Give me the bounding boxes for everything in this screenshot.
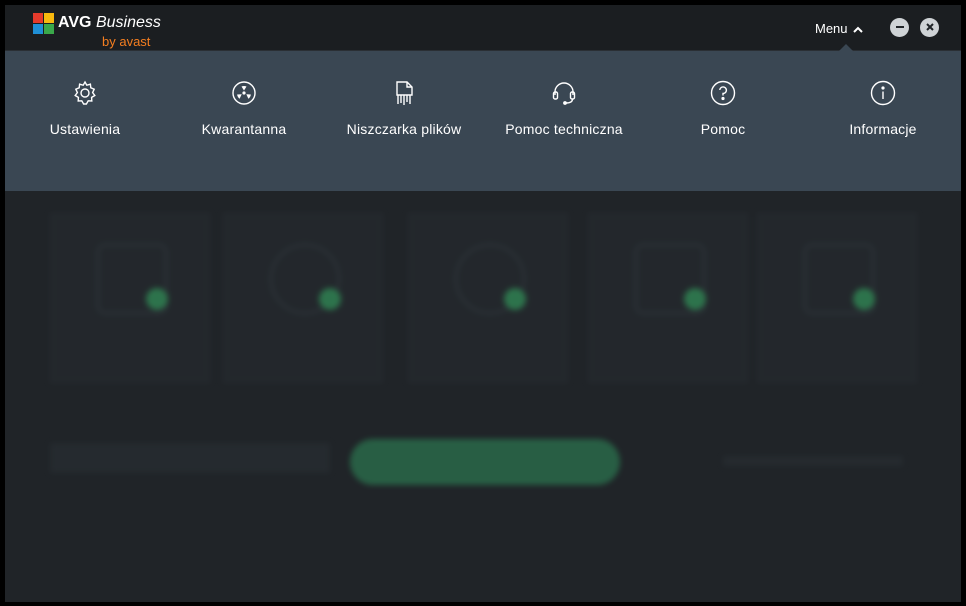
status-dot [319, 288, 341, 310]
card-5 [757, 213, 917, 383]
file-shredder-icon [390, 79, 418, 107]
card-1 [50, 213, 210, 383]
close-button[interactable] [920, 18, 939, 37]
avg-logo-icon [32, 12, 56, 36]
menu-item-label: Informacje [849, 121, 917, 137]
minimize-button[interactable] [890, 18, 909, 37]
menu-item-settings[interactable]: Ustawienia [5, 79, 165, 159]
app-window: AVG Business by avast Menu Ustawienia Kw… [5, 5, 961, 602]
menu-item-tech-support[interactable]: Pomoc techniczna [484, 79, 644, 159]
menu-item-label: Kwarantanna [201, 121, 287, 137]
minimize-icon [895, 19, 905, 37]
menu-item-quarantine[interactable]: Kwarantanna [164, 79, 324, 159]
app-logo: AVG Business by avast [32, 12, 162, 49]
right-info-text [723, 456, 903, 466]
background-dashboard [5, 177, 961, 602]
bottom-info-text [50, 443, 330, 473]
menu-button[interactable]: Menu [815, 17, 863, 39]
headset-icon [550, 79, 578, 107]
card-4 [588, 213, 748, 383]
card-2 [223, 213, 383, 383]
app-title: AVG Business [58, 14, 161, 31]
status-dot [853, 288, 875, 310]
title-bar: AVG Business by avast Menu [5, 5, 961, 51]
menu-item-label: Niszczarka plików [346, 121, 462, 137]
menu-item-label: Pomoc techniczna [505, 121, 623, 137]
gear-icon [71, 79, 99, 107]
info-icon [869, 79, 897, 107]
menu-item-help[interactable]: Pomoc [643, 79, 803, 159]
menu-panel: Ustawienia Kwarantanna Niszczarka plików… [5, 51, 961, 191]
menu-item-label: Pomoc [700, 121, 746, 137]
main-action-button [350, 439, 620, 485]
status-dot [684, 288, 706, 310]
menu-notch [838, 44, 854, 52]
menu-item-info[interactable]: Informacje [803, 79, 961, 159]
close-icon [925, 19, 935, 37]
status-dot [146, 288, 168, 310]
question-icon [709, 79, 737, 107]
radiation-icon [230, 79, 258, 107]
menu-label: Menu [815, 20, 848, 36]
menu-item-file-shredder[interactable]: Niszczarka plików [324, 79, 484, 159]
card-3 [408, 213, 568, 383]
menu-item-label: Ustawienia [49, 121, 121, 137]
status-dot [504, 288, 526, 310]
app-subtitle: by avast [102, 34, 151, 49]
chevron-up-icon [852, 23, 863, 33]
